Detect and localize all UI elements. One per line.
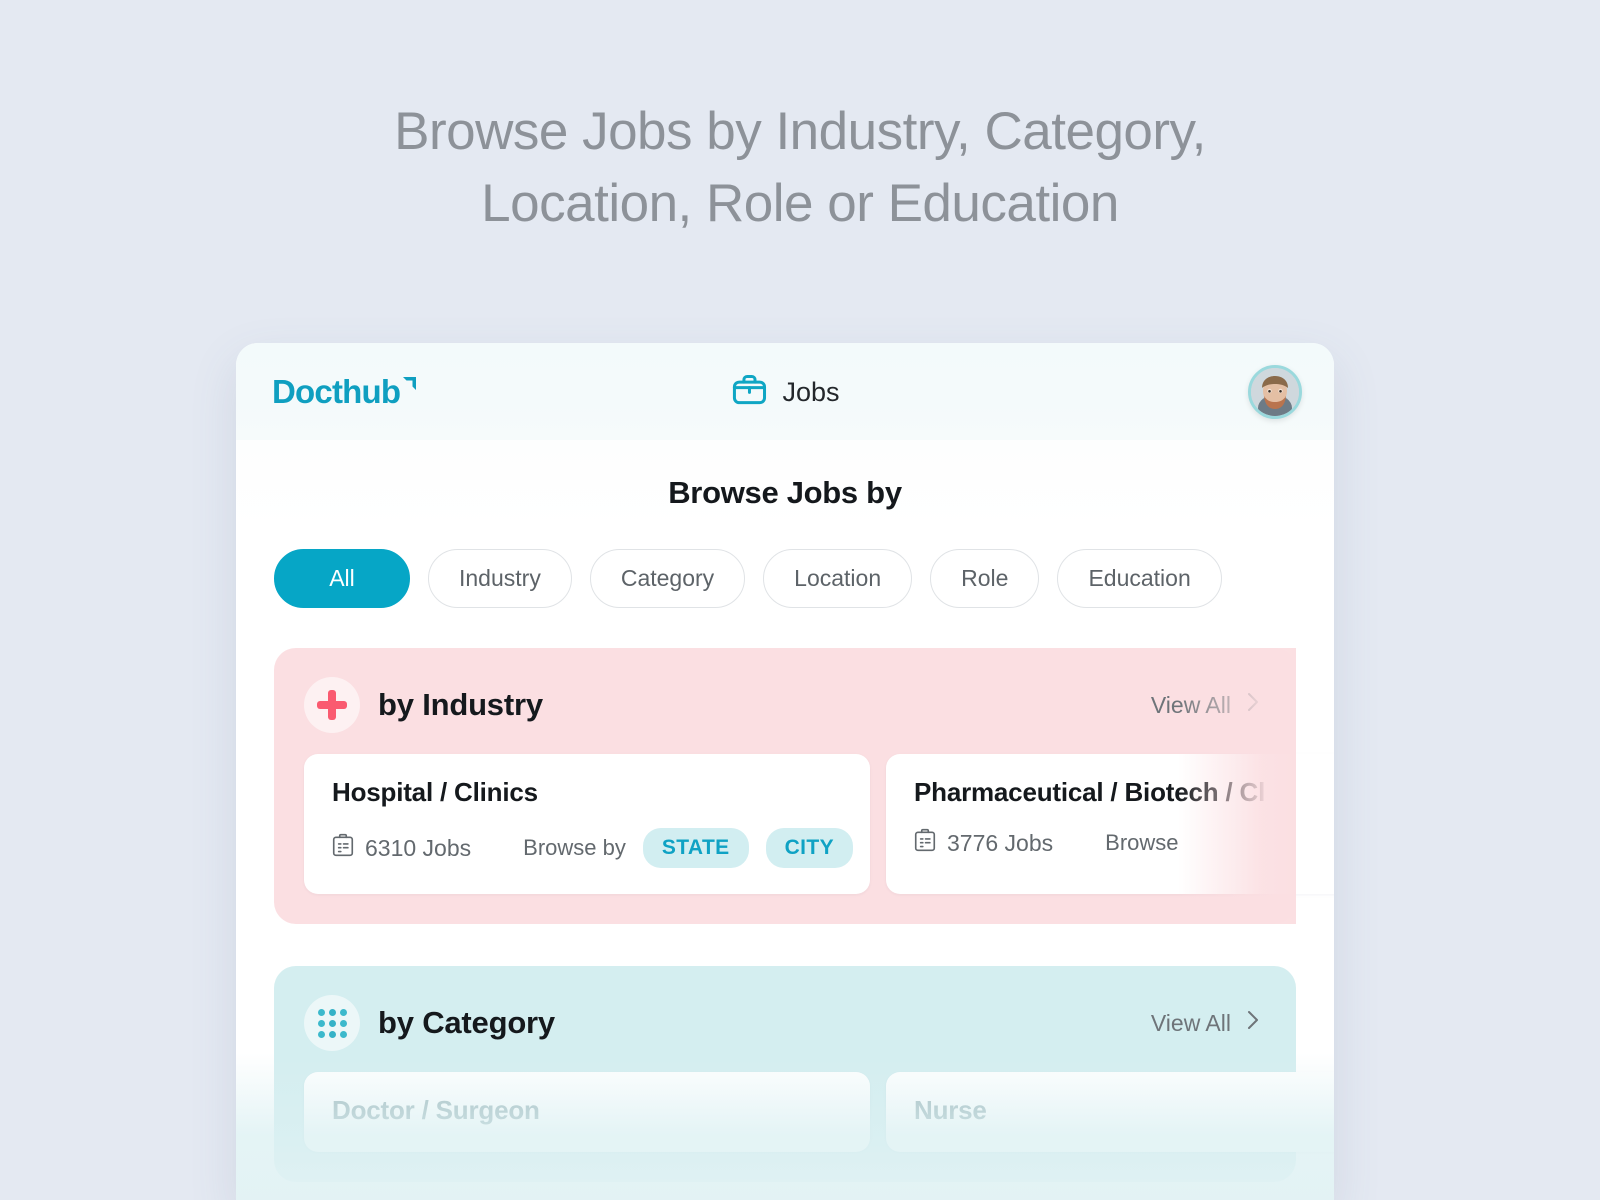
brand-logo[interactable]: Docthub: [272, 373, 418, 411]
industry-item-row: Hospital / Clinics 6310 Jobs Browse by S…: [304, 754, 1334, 894]
clipboard-icon: [914, 828, 936, 858]
jobs-count-label: 6310 Jobs: [365, 834, 472, 861]
clipboard-icon: [332, 833, 354, 863]
plus-icon: [304, 677, 360, 733]
filter-pill-education[interactable]: Education: [1057, 549, 1222, 608]
industry-card-pharmaceutical-biotech[interactable]: Pharmaceutical / Biotech / Cl 3776 Jobs …: [886, 754, 1334, 894]
group-header-industry: by Industry View All: [304, 674, 1266, 736]
industry-card-meta: 6310 Jobs Browse by STATE CITY: [332, 828, 854, 868]
avatar[interactable]: [1248, 364, 1302, 419]
filter-pill-role[interactable]: Role: [930, 549, 1040, 608]
browse-tag-state[interactable]: STATE: [642, 828, 749, 868]
brand-name: Docthub: [272, 372, 401, 410]
jobs-count-label: 3776 Jobs: [947, 829, 1054, 856]
jobs-count: 3776 Jobs: [914, 828, 1053, 858]
view-all-label: View All: [1150, 691, 1231, 718]
grid-dots-icon: [304, 995, 360, 1051]
chevron-right-icon: [1245, 690, 1262, 720]
industry-card-title: Pharmaceutical / Biotech / Cl: [914, 777, 1266, 807]
browse-tag-city[interactable]: CITY: [765, 828, 854, 868]
chevron-right-icon: [1245, 1008, 1262, 1038]
category-card-title: Nurse: [914, 1095, 987, 1125]
nav-item-jobs[interactable]: Jobs: [730, 371, 840, 414]
filter-pill-location[interactable]: Location: [763, 549, 913, 608]
category-card-doctor-surgeon[interactable]: Doctor / Surgeon: [304, 1072, 870, 1152]
industry-card-title: Hospital / Clinics: [332, 777, 538, 807]
industry-card-meta: 3776 Jobs Browse: [914, 828, 1334, 858]
group-card-category: by Category View All Doctor / Surgeon Nu…: [274, 966, 1334, 1182]
briefcase-icon: [730, 371, 768, 414]
group-title-category: by Category: [378, 1005, 555, 1040]
filter-pill-category[interactable]: Category: [589, 549, 746, 608]
group-header-category: by Category View All: [304, 992, 1266, 1054]
category-card-nurse[interactable]: Nurse: [886, 1072, 1334, 1152]
filter-pill-all[interactable]: All: [274, 549, 410, 608]
browse-by-label: Browse: [1105, 830, 1179, 855]
category-card-title: Doctor / Surgeon: [332, 1095, 540, 1125]
industry-card-hospital-clinics[interactable]: Hospital / Clinics 6310 Jobs Browse by S…: [304, 754, 870, 894]
view-all-label: View All: [1150, 1009, 1231, 1036]
hero-title-line-1: Browse Jobs by Industry, Category,: [394, 102, 1206, 161]
app-window: Docthub Jobs Browse Jobs by All Industry…: [236, 343, 1334, 1200]
filter-pill-row: All Industry Category Location Role Educ…: [274, 549, 1296, 608]
app-topbar: Docthub Jobs: [236, 343, 1334, 440]
app-content: Browse Jobs by All Industry Category Loc…: [236, 440, 1334, 1200]
group-card-industry: by Industry View All Hospital / Clinics: [274, 648, 1334, 924]
browse-by-label: Browse by: [523, 835, 626, 860]
hero-title-line-2: Location, Role or Education: [481, 174, 1119, 233]
brand-corner-mark-icon: [402, 376, 418, 397]
page-title: Browse Jobs by: [668, 475, 902, 510]
category-item-row: Doctor / Surgeon Nurse: [304, 1072, 1334, 1152]
filter-pill-industry[interactable]: Industry: [428, 549, 572, 608]
group-title-industry: by Industry: [378, 687, 543, 722]
hero-heading: Browse Jobs by Industry, Category, Locat…: [0, 96, 1600, 240]
nav-jobs-label: Jobs: [782, 376, 840, 407]
jobs-count: 6310 Jobs: [332, 833, 471, 863]
view-all-industry-link[interactable]: View All: [1151, 690, 1262, 720]
view-all-category-link[interactable]: View All: [1151, 1008, 1262, 1038]
